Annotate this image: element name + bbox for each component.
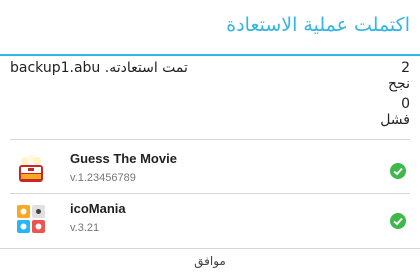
dialog-footer: موافق (0, 248, 420, 274)
success-label: نجح (388, 76, 410, 92)
success-check-icon (390, 213, 406, 229)
success-check-icon (390, 163, 406, 179)
fail-count: 0 (401, 96, 410, 112)
guess-the-movie-icon (16, 154, 46, 184)
app-list-item[interactable]: Guess The Movie v.1.23456789 (0, 146, 420, 192)
app-list-item[interactable]: icoMania v.3.21 (0, 196, 420, 242)
backup-file-name: backup1.abu (10, 60, 101, 76)
icomania-icon (16, 204, 46, 234)
app-version: v.3.21 (70, 222, 100, 234)
app-name: icoMania (70, 201, 126, 216)
success-stat: 2 نجح (388, 60, 410, 92)
app-version: v.1.23456789 (70, 172, 136, 184)
fail-stat: 0 فشل (380, 96, 410, 128)
app-name: Guess The Movie (70, 151, 177, 166)
dialog-title: اكتملت عملية الاستعادة (226, 14, 410, 36)
ok-button[interactable]: موافق (0, 249, 420, 274)
restored-label: .تمت استعادته (104, 60, 188, 76)
list-divider (10, 139, 410, 140)
list-divider (10, 193, 410, 194)
restored-file-text: backup1.abu .تمت استعادته (10, 60, 188, 76)
dialog-header: اكتملت عملية الاستعادة (0, 0, 420, 54)
success-count: 2 (401, 60, 410, 76)
restore-summary: backup1.abu .تمت استعادته 2 نجح 0 فشل (0, 56, 420, 140)
fail-label: فشل (380, 112, 410, 128)
restore-complete-dialog: اكتملت عملية الاستعادة backup1.abu .تمت … (0, 0, 420, 274)
